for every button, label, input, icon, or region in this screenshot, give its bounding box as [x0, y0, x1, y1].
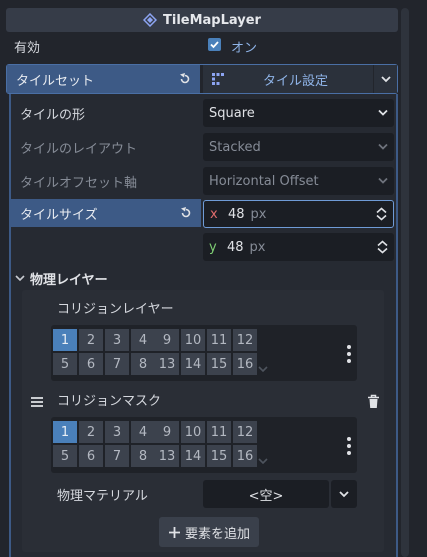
tile-shape-select[interactable]: Square [203, 99, 394, 127]
chevron-down-icon [380, 75, 391, 82]
scrollbar[interactable] [401, 8, 409, 557]
chevron-down-icon[interactable] [258, 458, 268, 465]
tile-layout-select[interactable]: Stacked [203, 133, 394, 161]
chevron-down-icon [15, 274, 25, 281]
physics-layers-label: 物理レイヤー [30, 272, 108, 288]
tile-size-label: タイルサイズ [20, 207, 98, 223]
tileset-dropdown-button[interactable] [374, 65, 397, 93]
tile-size-x-value[interactable]: 48 [228, 207, 245, 222]
layer-bit[interactable]: 10 [181, 329, 205, 351]
layer-bit[interactable]: 6 [79, 353, 103, 375]
layer-bit[interactable]: 7 [105, 353, 129, 375]
layer-bit[interactable]: 16 [233, 353, 257, 375]
tile-offset-axis-value: Horizontal Offset [209, 173, 319, 189]
mask-bit[interactable]: 13 [155, 445, 179, 467]
mask-bit[interactable]: 14 [181, 445, 205, 467]
collision-layer-label: コリジョンレイヤー [57, 302, 174, 317]
tile-size-x-unit: px [250, 206, 267, 222]
mask-bit[interactable]: 2 [79, 421, 103, 443]
check-icon [210, 41, 219, 49]
x-axis-label: x [210, 206, 218, 222]
mask-bit[interactable]: 9 [155, 421, 179, 443]
tileset-label-row[interactable]: タイルセット [7, 65, 200, 93]
more-options-icon[interactable] [347, 345, 351, 363]
tile-settings-label: タイル設定 [263, 73, 329, 89]
y-axis-label: y [209, 239, 217, 255]
tile-shape-label: タイルの形 [20, 108, 86, 123]
drag-handle-icon[interactable] [30, 396, 44, 412]
enabled-checkbox[interactable] [208, 38, 221, 51]
mask-bit[interactable]: 15 [207, 445, 231, 467]
physics-material-label: 物理マテリアル [57, 489, 148, 504]
physics-material-dropdown-button[interactable] [331, 480, 357, 508]
more-options-icon[interactable] [347, 437, 351, 455]
revert-icon[interactable] [179, 206, 193, 220]
mask-bit[interactable]: 12 [233, 421, 257, 443]
mask-bit[interactable]: 8 [131, 445, 155, 467]
layer-bit[interactable]: 2 [79, 329, 103, 351]
enabled-value: オン [231, 41, 258, 56]
collision-mask-grid-left: 1 2 3 4 5 6 7 8 [53, 421, 155, 467]
tile-size-y-value[interactable]: 48 [227, 240, 244, 255]
layer-bit[interactable]: 1 [53, 329, 77, 351]
tile-shape-value: Square [209, 105, 255, 121]
layer-bit[interactable]: 4 [131, 329, 155, 351]
mask-bit[interactable]: 1 [53, 421, 77, 443]
tile-size-x-field[interactable]: x 48 px [203, 200, 394, 228]
layer-bit[interactable]: 8 [131, 353, 155, 375]
tile-layout-value: Stacked [209, 139, 261, 155]
chevron-down-icon [378, 109, 388, 116]
collision-layer-grid-left: 1 2 3 4 5 6 7 8 [53, 329, 155, 375]
layer-bit[interactable]: 12 [233, 329, 257, 351]
mask-bit[interactable]: 11 [207, 421, 231, 443]
add-element-label: 要素を追加 [184, 526, 250, 542]
mask-bit[interactable]: 4 [131, 421, 155, 443]
chevron-down-icon [378, 143, 388, 150]
layer-bit[interactable]: 13 [155, 353, 179, 375]
layer-bit[interactable]: 14 [181, 353, 205, 375]
collision-layer-grid-right: 9 10 11 12 13 14 15 16 [155, 329, 257, 375]
chevron-down-icon [339, 490, 349, 497]
layer-bit[interactable]: 9 [155, 329, 179, 351]
revert-icon[interactable] [178, 72, 192, 86]
enabled-label: 有効 [14, 41, 41, 56]
layer-bit[interactable]: 3 [105, 329, 129, 351]
trash-icon[interactable] [366, 394, 381, 413]
spinner-icon[interactable] [376, 207, 387, 221]
mask-bit[interactable]: 3 [105, 421, 129, 443]
plus-icon [168, 526, 180, 538]
mask-bit[interactable]: 6 [79, 445, 103, 467]
spinner-icon[interactable] [377, 240, 388, 254]
physics-material-picker[interactable]: <空> [203, 480, 329, 508]
mask-bit[interactable]: 10 [181, 421, 205, 443]
chevron-down-icon[interactable] [258, 366, 268, 373]
tile-size-y-field[interactable]: y 48 px [203, 233, 394, 261]
physics-layers-header[interactable]: 物理レイヤー [11, 265, 396, 291]
mask-bit[interactable]: 16 [233, 445, 257, 467]
layer-bit[interactable]: 15 [207, 353, 231, 375]
chevron-down-icon [378, 177, 388, 184]
mask-bit[interactable]: 5 [53, 445, 77, 467]
physics-material-value: <空> [248, 488, 284, 504]
mask-bit[interactable]: 7 [105, 445, 129, 467]
tile-size-y-unit: px [249, 239, 266, 255]
collision-mask-label: コリジョンマスク [57, 394, 162, 409]
layer-bit[interactable]: 11 [207, 329, 231, 351]
tileset-grid-icon [212, 73, 224, 85]
node-icon [143, 13, 157, 27]
tile-offset-axis-select[interactable]: Horizontal Offset [203, 167, 394, 195]
node-header: TileMapLayer [6, 8, 398, 32]
tileset-label: タイルセット [16, 73, 95, 89]
add-element-button[interactable]: 要素を追加 [159, 517, 259, 547]
node-title: TileMapLayer [163, 12, 261, 28]
tile-offset-axis-label: タイルオフセット軸 [20, 176, 138, 191]
layer-bit[interactable]: 5 [53, 353, 77, 375]
tile-layout-label: タイルのレイアウト [20, 142, 138, 157]
tile-settings-button[interactable]: タイル設定 [203, 65, 373, 93]
collision-mask-grid-right: 9 10 11 12 13 14 15 16 [155, 421, 257, 467]
tile-size-label-row[interactable]: タイルサイズ [11, 199, 201, 227]
